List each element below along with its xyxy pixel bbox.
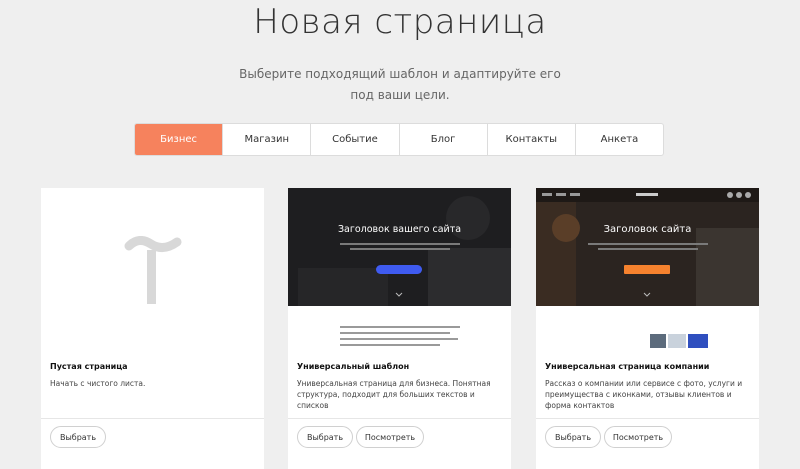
tilda-logo-icon — [124, 236, 182, 304]
hero-heading: Заголовок сайта — [603, 224, 692, 235]
hero-cta-button — [376, 265, 422, 274]
select-button[interactable]: Выбрать — [297, 426, 353, 448]
photo-thumbnails — [650, 334, 708, 348]
card-description: Начать с чистого листа. — [50, 379, 146, 388]
page-title: Новая страница — [253, 2, 547, 42]
category-tabs: Бизнес Магазин Событие Блог Контакты Анк… — [134, 123, 664, 156]
tab-event[interactable]: Событие — [311, 124, 400, 155]
card-title: Универсальный шаблон — [297, 362, 410, 371]
card-title: Универсальная страница компании — [545, 362, 710, 371]
select-button[interactable]: Выбрать — [545, 426, 601, 448]
template-card-company[interactable]: Заголовок сайта Универсальная страница к… — [536, 188, 759, 469]
tab-blog[interactable]: Блог — [400, 124, 488, 155]
chevron-down-icon — [643, 292, 651, 297]
divider — [288, 418, 511, 419]
template-card-blank[interactable]: Пустая страница Начать с чистого листа. … — [41, 188, 264, 469]
card-description: Рассказ о компании или сервисе с фото, у… — [545, 379, 743, 410]
body-text-line — [340, 332, 450, 334]
tab-shop[interactable]: Магазин — [223, 124, 312, 155]
preview-button[interactable]: Посмотреть — [604, 426, 672, 448]
preview-button[interactable]: Посмотреть — [356, 426, 424, 448]
page-subtitle: Выберите подходящий шаблон и адаптируйте… — [239, 67, 561, 102]
card-description: Универсальная страница для бизнеса. Поня… — [297, 379, 491, 410]
template-preview[interactable]: Заголовок сайта — [536, 188, 759, 348]
body-text-line — [340, 344, 440, 346]
body-text-line — [340, 338, 458, 340]
tab-contacts[interactable]: Контакты — [488, 124, 576, 155]
chevron-down-icon — [395, 292, 403, 297]
tab-business[interactable]: Бизнес — [135, 124, 224, 155]
tab-form[interactable]: Анкета — [576, 124, 663, 155]
hero-text-line — [350, 248, 450, 250]
template-card-universal[interactable]: Заголовок вашего сайта Универсальный шаб… — [288, 188, 511, 469]
hero-cta-button — [624, 265, 670, 274]
select-button[interactable]: Выбрать — [50, 426, 106, 448]
divider — [41, 418, 264, 419]
hero-text-line — [588, 243, 708, 245]
hero-heading: Заголовок вашего сайта — [337, 224, 462, 235]
hero-image: Заголовок вашего сайта — [288, 188, 511, 306]
template-preview[interactable] — [41, 188, 264, 348]
divider — [536, 418, 759, 419]
hero-image: Заголовок сайта — [536, 188, 759, 306]
hero-text-line — [340, 243, 460, 245]
card-title: Пустая страница — [50, 362, 128, 371]
hero-text-line — [598, 248, 698, 250]
body-text-line — [340, 326, 460, 328]
desk-photo-background — [288, 188, 511, 306]
cafe-photo-background — [536, 188, 759, 306]
template-preview[interactable]: Заголовок вашего сайта — [288, 188, 511, 348]
